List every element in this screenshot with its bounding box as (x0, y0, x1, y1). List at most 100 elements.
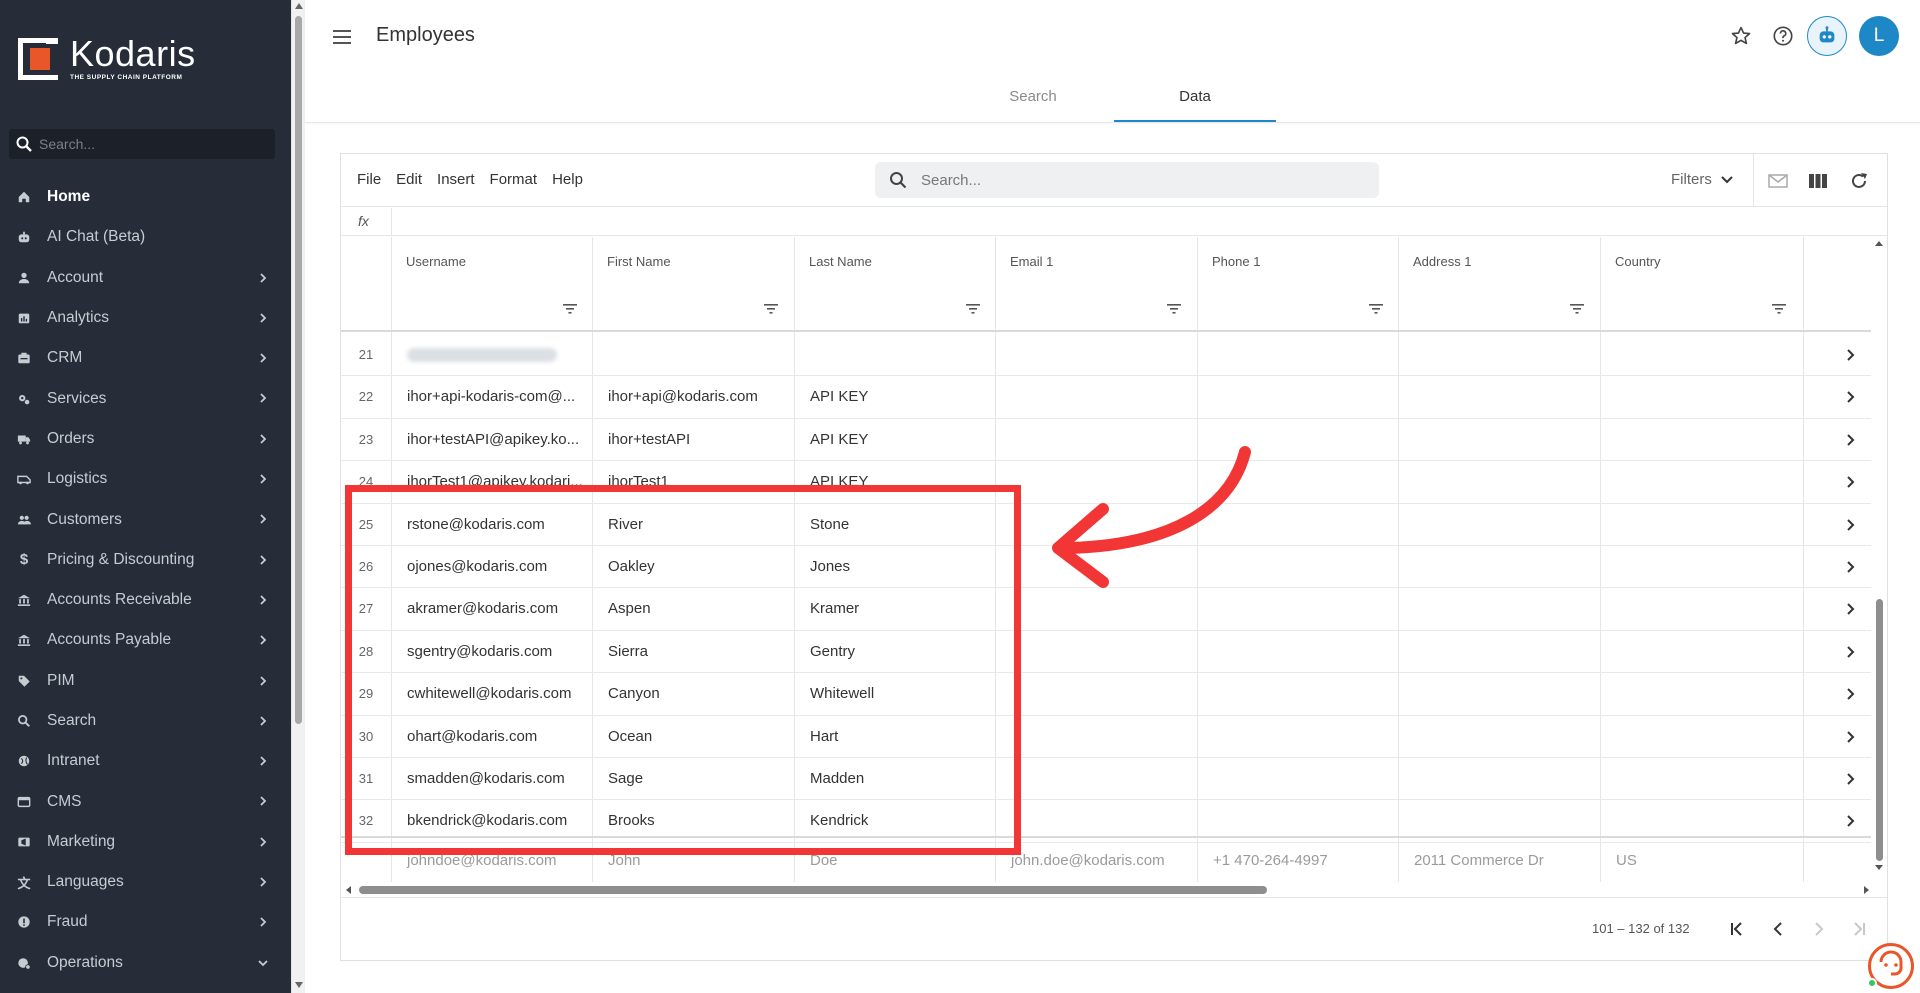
cell-last-name[interactable]: API KEY (794, 461, 994, 503)
cell-last-name[interactable] (794, 334, 994, 376)
cell-username[interactable]: ihor+api-kodaris-com@... (391, 376, 591, 418)
star-icon[interactable] (1723, 18, 1759, 54)
cell-last-name[interactable]: Madden (794, 758, 994, 800)
sidebar-item-marketing[interactable]: Marketing (0, 822, 280, 862)
cell-first-name[interactable]: Canyon (592, 673, 792, 715)
row-expand-chevron-icon[interactable] (1843, 814, 1857, 828)
row-expand-chevron-icon[interactable] (1843, 772, 1857, 786)
cell-last-name[interactable]: Kramer (794, 588, 994, 630)
column-header-last-name[interactable]: Last Name (794, 237, 872, 287)
filter-icon-last-name[interactable] (966, 302, 980, 314)
table-row[interactable]: 27 akramer@kodaris.com Aspen Kramer (341, 588, 1871, 631)
table-row[interactable]: 24 ihorTest1@apikey.kodari... ihorTest1 API… (341, 461, 1871, 504)
cell-first-name[interactable]: Ocean (592, 716, 792, 758)
kodaris-logo[interactable]: Kodaris THE SUPPLY CHAIN PLATFORM (18, 36, 196, 82)
tab-data[interactable]: Data (1114, 78, 1276, 122)
row-expand-chevron-icon[interactable] (1843, 475, 1857, 489)
filter-icon-email-1[interactable] (1167, 302, 1181, 314)
cell-username-redacted[interactable] (391, 334, 591, 376)
grid-search[interactable] (875, 162, 1379, 198)
cell-username[interactable]: sgentry@kodaris.com (391, 631, 591, 673)
sidebar-item-logistics[interactable]: Logistics (0, 459, 280, 499)
sidebar-item-services[interactable]: Services (0, 378, 280, 418)
sidebar-item-fraud[interactable]: Fraud (0, 902, 280, 942)
placeholder-email[interactable]: john.doe@kodaris.com (995, 838, 1195, 882)
sidebar-item-analytics[interactable]: Analytics (0, 298, 280, 338)
cell-username[interactable]: ihor+testAPI@apikey.ko... (391, 419, 591, 461)
cell-first-name[interactable]: ihor+testAPI (592, 419, 792, 461)
column-header-address-1[interactable]: Address 1 (1398, 237, 1472, 287)
cell-first-name[interactable]: Sage (592, 758, 792, 800)
row-expand-chevron-icon[interactable] (1843, 433, 1857, 447)
cell-first-name[interactable]: Sierra (592, 631, 792, 673)
table-row[interactable]: 23 ihor+testAPI@apikey.ko... ihor+testAPI A… (341, 419, 1871, 462)
cell-username[interactable]: rstone@kodaris.com (391, 504, 591, 546)
help-icon[interactable] (1765, 18, 1801, 54)
placeholder-phone[interactable]: +1 470-264-4997 (1197, 838, 1397, 882)
cell-first-name[interactable] (592, 334, 792, 376)
sidebar-item-languages[interactable]: 文 Languages (0, 862, 280, 902)
menu-format[interactable]: Format (490, 171, 538, 188)
cell-first-name[interactable]: Aspen (592, 588, 792, 630)
first-page-icon[interactable] (1725, 917, 1749, 941)
placeholder-last-name[interactable]: Doe (794, 838, 994, 882)
filter-icon-phone-1[interactable] (1369, 302, 1383, 314)
grid-vertical-scrollbar[interactable] (1871, 237, 1887, 882)
previous-page-icon[interactable] (1766, 917, 1790, 941)
sidebar-search-input[interactable] (39, 136, 259, 152)
last-page-icon[interactable] (1847, 917, 1871, 941)
cell-last-name[interactable]: API KEY (794, 419, 994, 461)
sidebar-item-home[interactable]: Home (0, 177, 280, 217)
sidebar-item-pim[interactable]: PIM (0, 661, 280, 701)
cell-last-name[interactable]: API KEY (794, 376, 994, 418)
sidebar-item-cms[interactable]: CMS (0, 781, 280, 821)
placeholder-username[interactable]: johndoe@kodaris.com (391, 838, 591, 882)
grid-search-input[interactable] (921, 171, 1361, 189)
row-expand-chevron-icon[interactable] (1843, 390, 1857, 404)
cell-username[interactable]: akramer@kodaris.com (391, 588, 591, 630)
cell-last-name[interactable]: Stone (794, 504, 994, 546)
menu-edit[interactable]: Edit (396, 171, 422, 188)
row-expand-chevron-icon[interactable] (1843, 645, 1857, 659)
cell-first-name[interactable]: River (592, 504, 792, 546)
menu-help[interactable]: Help (552, 171, 583, 188)
refresh-icon[interactable] (1848, 170, 1870, 192)
row-expand-chevron-icon[interactable] (1843, 518, 1857, 532)
row-expand-chevron-icon[interactable] (1843, 560, 1857, 574)
table-row[interactable]: 21 (341, 334, 1871, 377)
cell-username[interactable]: ihorTest1@apikey.kodari... (391, 461, 591, 503)
new-row-placeholder[interactable]: johndoe@kodaris.com John Doe john.doe@ko… (341, 836, 1871, 882)
menu-file[interactable]: File (357, 171, 381, 188)
row-expand-chevron-icon[interactable] (1843, 730, 1857, 744)
filter-icon-country[interactable] (1772, 302, 1786, 314)
sidebar-item-customers[interactable]: Customers (0, 499, 280, 539)
sidebar-item-crm[interactable]: CRM (0, 338, 280, 378)
sidebar-search[interactable] (9, 129, 275, 159)
cell-first-name[interactable]: ihor+api@kodaris.com (592, 376, 792, 418)
sidebar-item-pricing-discounting[interactable]: $ Pricing & Discounting (0, 540, 280, 580)
column-header-phone-1[interactable]: Phone 1 (1197, 237, 1260, 287)
filter-icon-first-name[interactable] (764, 302, 778, 314)
placeholder-first-name[interactable]: John (592, 838, 792, 882)
column-header-first-name[interactable]: First Name (592, 237, 671, 287)
cell-username[interactable]: smadden@kodaris.com (391, 758, 591, 800)
row-expand-chevron-icon[interactable] (1843, 348, 1857, 362)
cell-first-name[interactable]: Oakley (592, 546, 792, 588)
menu-insert[interactable]: Insert (437, 171, 475, 188)
sidebar-item-operations[interactable]: Operations (0, 943, 280, 983)
ai-assistant-bot-icon[interactable] (1807, 16, 1847, 56)
filters-dropdown[interactable]: Filters (1671, 171, 1734, 188)
sidebar-item-account[interactable]: Account (0, 258, 280, 298)
grid-horizontal-scrollbar[interactable] (341, 882, 1887, 898)
cell-username[interactable]: ohart@kodaris.com (391, 716, 591, 758)
sidebar-item-accounts-payable[interactable]: Accounts Payable (0, 620, 280, 660)
filter-icon-username[interactable] (563, 302, 577, 314)
cell-last-name[interactable]: Gentry (794, 631, 994, 673)
sidebar-item-ai-chat-beta[interactable]: AI Chat (Beta) (0, 217, 280, 257)
table-row[interactable]: 25 rstone@kodaris.com River Stone (341, 504, 1871, 546)
sidebar-scrollbar[interactable] (291, 0, 305, 993)
grid-vscroll-thumb[interactable] (1876, 599, 1883, 861)
sidebar-item-orders[interactable]: Orders (0, 419, 280, 459)
column-header-country[interactable]: Country (1600, 237, 1661, 287)
table-row[interactable]: 30 ohart@kodaris.com Ocean Hart (341, 716, 1871, 758)
